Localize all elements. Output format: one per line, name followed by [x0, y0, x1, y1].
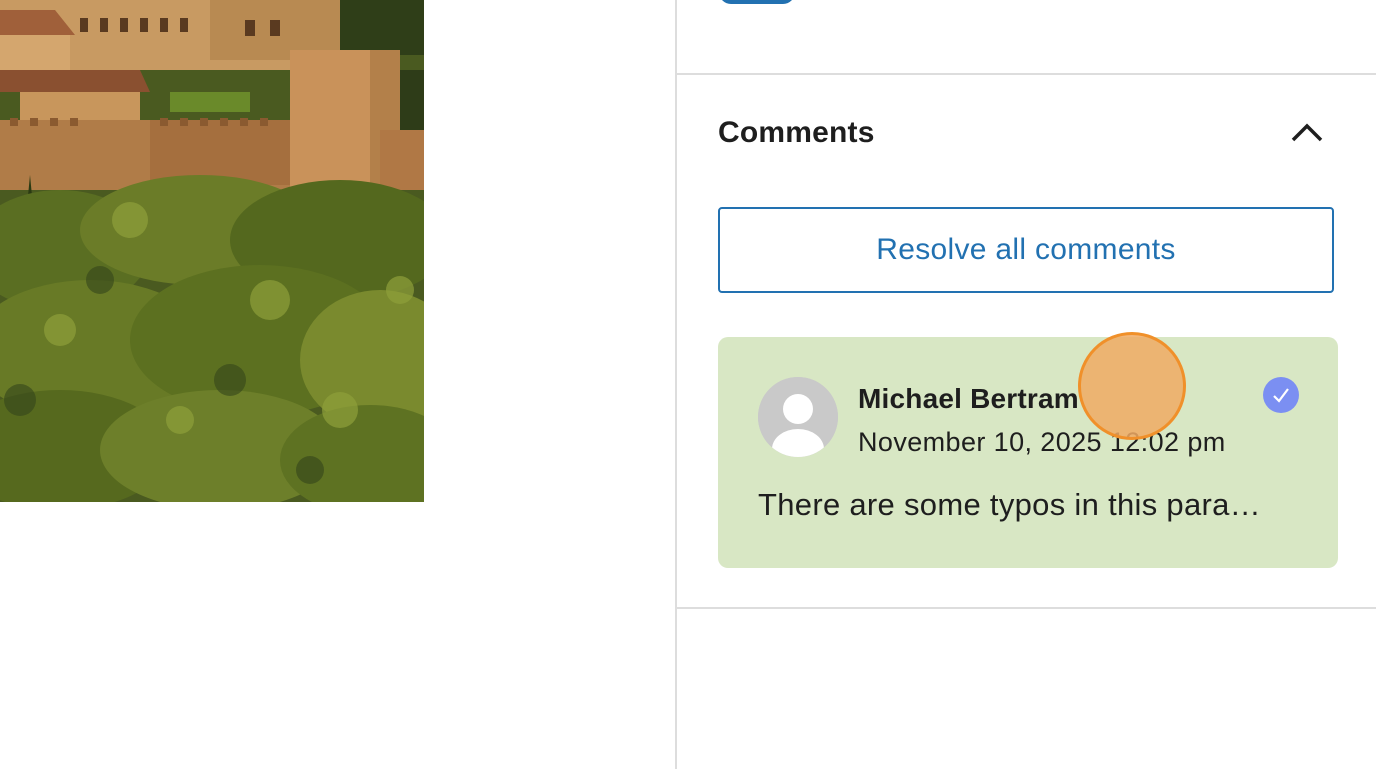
- resolve-comment-check-button[interactable]: [1263, 377, 1299, 413]
- comment-date: November 10, 2025 12:02 pm: [858, 427, 1226, 457]
- alhambra-image: [0, 0, 424, 502]
- comment-card[interactable]: Michael Bertram November 10, 2025 12:02 …: [718, 337, 1338, 568]
- checkmark-icon: [1273, 388, 1289, 403]
- default-avatar-icon: [758, 377, 838, 457]
- panel-divider-top: [677, 73, 1376, 75]
- comment-author: Michael Bertram: [858, 383, 1079, 414]
- comments-panel-title: Comments: [718, 116, 875, 149]
- comment-text: There are some typos in this para…: [758, 487, 1261, 522]
- image-block[interactable]: [0, 0, 424, 502]
- avatar: [758, 377, 838, 457]
- chevron-up-icon[interactable]: [1289, 118, 1325, 146]
- resolve-all-comments-button[interactable]: Resolve all comments: [718, 207, 1334, 293]
- panel-divider-bottom: [677, 607, 1376, 609]
- app-canvas: Comments Resolve all comments Michael Be…: [0, 0, 1376, 769]
- top-primary-button[interactable]: [719, 0, 795, 4]
- settings-sidebar: Comments Resolve all comments Michael Be…: [675, 0, 1376, 769]
- editor-canvas: [0, 0, 675, 769]
